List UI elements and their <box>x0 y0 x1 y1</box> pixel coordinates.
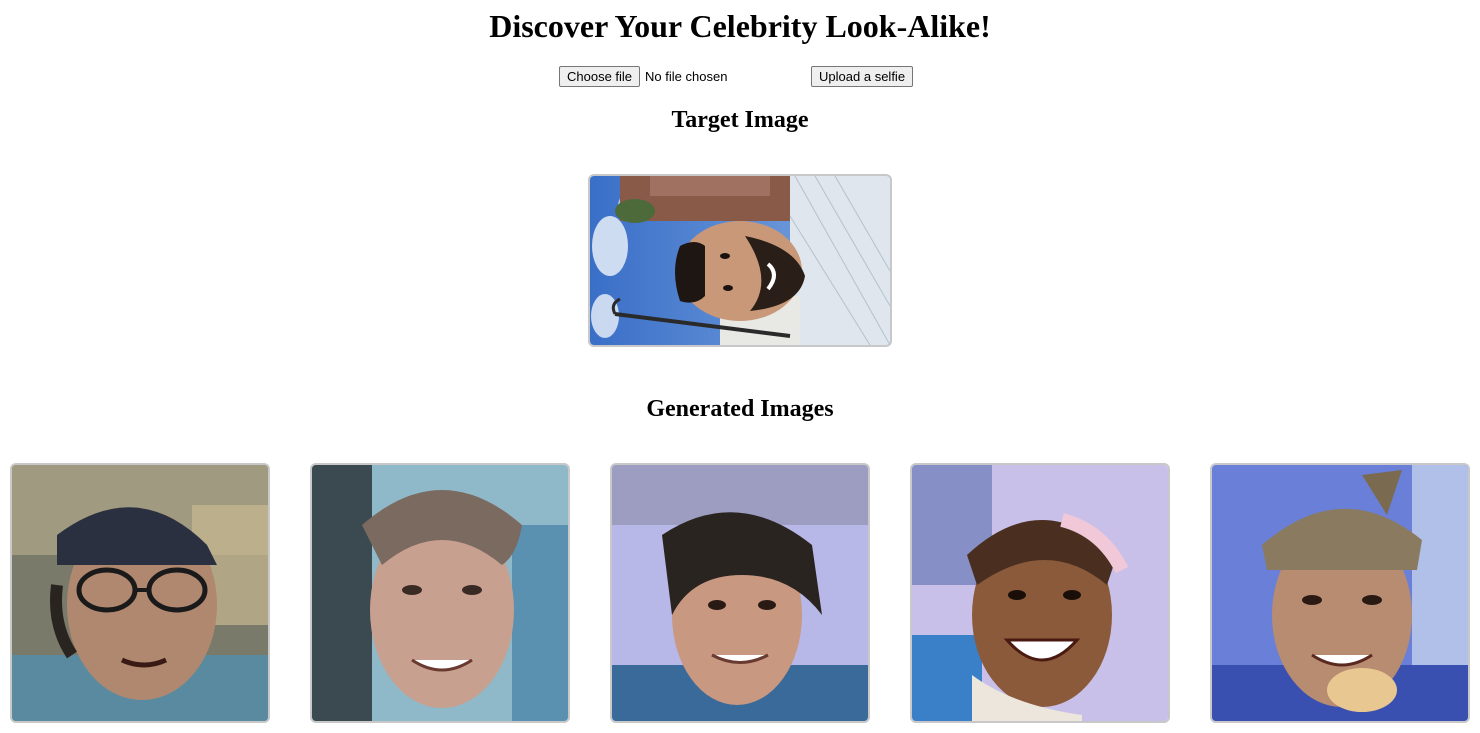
file-status-text: No file chosen <box>645 69 728 84</box>
choose-file-button[interactable]: Choose file <box>559 66 641 87</box>
generated-image <box>310 463 570 723</box>
generated-images-heading: Generated Images <box>646 396 834 422</box>
upload-selfie-button[interactable]: Upload a selfie <box>811 66 914 87</box>
target-image <box>588 174 892 347</box>
page: Discover Your Celebrity Look-Alike! Choo… <box>0 0 1480 733</box>
page-title: Discover Your Celebrity Look-Alike! <box>489 8 991 44</box>
target-image-heading: Target Image <box>671 107 809 133</box>
upload-form: Choose file No file chosen Upload a self… <box>559 66 914 87</box>
generated-image <box>610 463 870 723</box>
generated-image <box>1210 463 1470 723</box>
generated-image <box>10 463 270 723</box>
generated-image <box>910 463 1170 723</box>
